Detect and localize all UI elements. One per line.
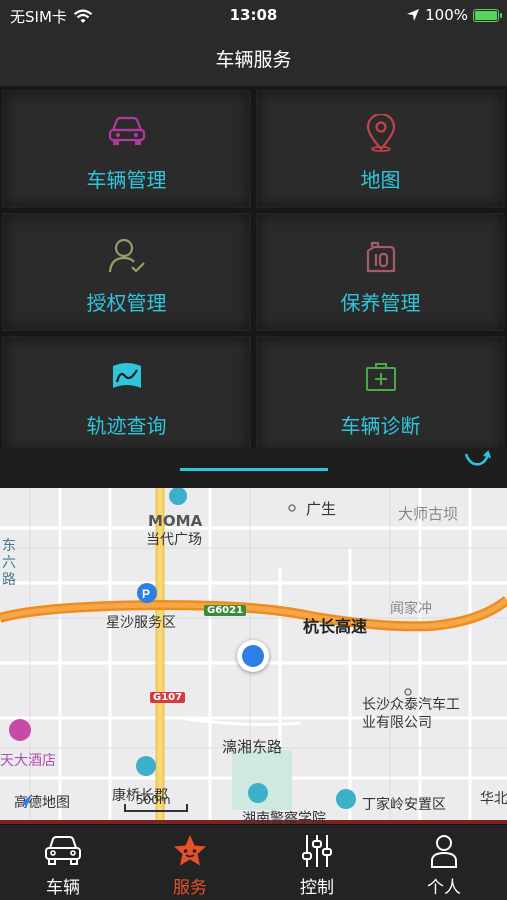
- bottom-tab-bar: 车辆 服务 控制 个人: [0, 824, 507, 900]
- map-label-guangsheng: 广生: [306, 500, 337, 518]
- svg-text:P: P: [142, 587, 150, 601]
- status-bar: 无SIM卡 13:08 100%: [0, 0, 507, 32]
- tab-control[interactable]: 控制: [254, 825, 380, 900]
- map-label-lixiang: 漓湘东路: [222, 738, 283, 756]
- current-location-marker: [237, 640, 269, 672]
- tile-diagnosis[interactable]: 车辆诊断: [256, 336, 505, 454]
- star-icon: [174, 835, 206, 866]
- amap-logo-icon: [16, 794, 32, 808]
- tile-maintenance[interactable]: 保养管理: [256, 213, 505, 331]
- map-label-dangdai: 当代广场: [146, 532, 202, 548]
- oil-can-icon: [366, 241, 395, 273]
- map-pin-icon: [366, 114, 395, 152]
- car-icon: [45, 836, 81, 865]
- map-label-police: 湖南警察学院: [242, 811, 326, 824]
- tab-underline: [180, 468, 328, 471]
- map-label-hotel: 天大酒店: [0, 753, 56, 769]
- battery-icon: [473, 8, 502, 22]
- road-shield-g107: G107: [150, 692, 186, 703]
- user-check-icon: [108, 238, 145, 273]
- tab-service[interactable]: 服务: [127, 825, 253, 900]
- map-tab-strip: [0, 448, 507, 488]
- road-shield-g6021: G6021: [204, 605, 247, 616]
- map-label-xingsha: 星沙服务区: [106, 615, 176, 631]
- tile-vehicle-management[interactable]: 车辆管理: [2, 90, 251, 208]
- tab-label: 服务: [173, 878, 207, 898]
- location-arrow-icon: [407, 9, 420, 21]
- status-right: 100%: [406, 6, 502, 24]
- tile-map[interactable]: 地图: [256, 90, 505, 208]
- map-brand-logo: 高德地图: [14, 792, 70, 812]
- map-label-moma: MOMA: [148, 512, 203, 530]
- tile-label: 车辆管理: [86, 168, 167, 192]
- tile-label: 车辆诊断: [340, 414, 421, 438]
- tile-label: 轨迹查询: [86, 414, 167, 438]
- tab-vehicle[interactable]: 车辆: [0, 825, 126, 900]
- map-view[interactable]: P MOMA 当代广场 广生 大师古坝 东六路 星沙服务区 杭长高速 闻家冲 长…: [0, 488, 507, 824]
- page-title: 车辆服务: [215, 49, 292, 71]
- tile-track-query[interactable]: 轨迹查询: [2, 336, 251, 454]
- service-grid: 车辆管理 地图 授权管理 保养管理 轨迹查询 车辆诊断: [0, 86, 507, 460]
- map-label-dashi: 大师古坝: [398, 505, 459, 523]
- map-label-hangchang: 杭长高速: [303, 617, 368, 636]
- sliders-icon: [302, 835, 332, 867]
- map-label-huabei: 华北: [480, 791, 507, 807]
- tile-label: 保养管理: [340, 291, 421, 315]
- map-label-dingjia: 丁家岭安置区: [362, 797, 446, 813]
- tile-authorization[interactable]: 授权管理: [2, 213, 251, 331]
- tab-label: 车辆: [46, 878, 80, 898]
- battery-percent: 100%: [425, 6, 468, 24]
- map-scale-bar: [124, 804, 188, 812]
- map-label-zhongtai: 长沙众泰汽车工业有限公司: [362, 697, 460, 731]
- tile-label: 地图: [360, 168, 401, 192]
- track-map-icon: [112, 363, 141, 388]
- map-label-wenjia: 闻家冲: [390, 601, 432, 617]
- first-aid-kit-icon: [365, 363, 396, 391]
- nav-bar: 车辆服务: [0, 32, 507, 86]
- map-label-dongliu: 东六路: [2, 538, 16, 588]
- tab-label: 控制: [300, 878, 334, 898]
- tab-label: 个人: [427, 878, 461, 898]
- tile-label: 授权管理: [86, 291, 167, 315]
- car-icon: [108, 116, 145, 145]
- refresh-icon[interactable]: [462, 448, 492, 470]
- tab-profile[interactable]: 个人: [381, 825, 507, 900]
- person-icon: [431, 835, 457, 868]
